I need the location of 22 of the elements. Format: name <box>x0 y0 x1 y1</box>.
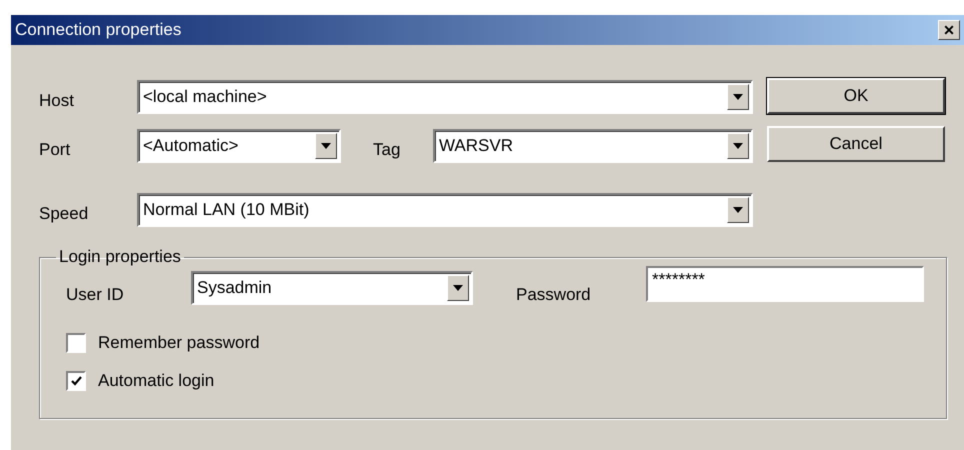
dialog-button[interactable]: Cancel <box>767 126 945 162</box>
field-label: Port <box>39 139 72 160</box>
field-label: Host <box>39 90 75 111</box>
checkbox[interactable] <box>66 371 86 391</box>
field-label: Tag <box>372 139 402 160</box>
field-label: Password <box>515 284 592 305</box>
dialog-button[interactable]: OK <box>767 78 945 114</box>
close-button[interactable]: × <box>938 20 960 40</box>
checkbox[interactable] <box>66 333 86 353</box>
tag-dropdown[interactable]: WARSVR <box>433 129 753 163</box>
field-label: User ID <box>66 284 125 305</box>
host-dropdown[interactable]: <local machine> <box>137 80 753 114</box>
port-dropdown[interactable]: <Automatic> <box>137 129 341 163</box>
user-id-dropdown[interactable]: Sysadmin <box>191 271 473 305</box>
checkbox-label: Automatic login <box>98 371 214 391</box>
speed-dropdown[interactable]: Normal LAN (10 MBit) <box>137 193 753 227</box>
window-title: Connection properties <box>15 20 182 40</box>
group-title: Login properties <box>58 247 182 267</box>
field-label: Speed <box>39 203 90 224</box>
checkmark-icon <box>70 376 82 386</box>
checkbox-label: Remember password <box>98 333 260 353</box>
password-field[interactable]: ******** <box>646 266 924 302</box>
